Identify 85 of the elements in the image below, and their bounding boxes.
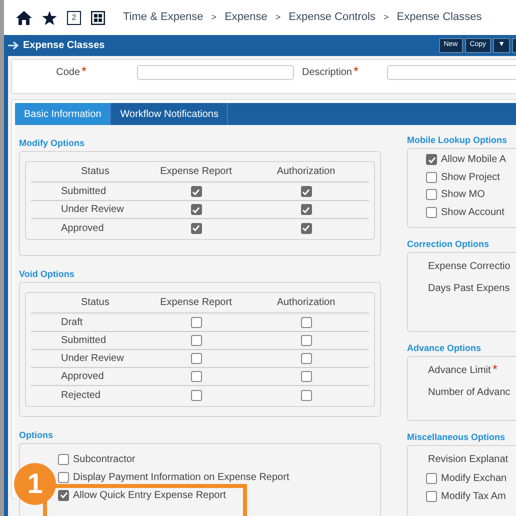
- column-header: Authorization: [276, 165, 336, 179]
- checkbox[interactable]: [300, 186, 312, 197]
- checkbox[interactable]: [190, 353, 202, 364]
- checkbox[interactable]: [58, 490, 69, 500]
- checkbox[interactable]: [190, 317, 202, 328]
- breadcrumb-link[interactable]: Expense Classes: [396, 9, 482, 26]
- status-label: Under Review: [60, 203, 125, 217]
- checkbox[interactable]: [426, 473, 437, 484]
- column-header: Expense Report: [159, 165, 233, 179]
- field-label: Code: [56, 66, 80, 80]
- section-title: Modify Options: [19, 139, 86, 148]
- option-label: Show Account: [441, 206, 504, 220]
- option-label: Modify Tax Am: [441, 490, 506, 504]
- section-title: Void Options: [19, 270, 76, 279]
- field-label: Days Past Expens: [428, 282, 510, 296]
- breadcrumb-link[interactable]: Expense Controls: [288, 9, 376, 26]
- status-label: Submitted: [60, 185, 108, 199]
- count-badge[interactable]: 2: [67, 10, 81, 24]
- check-icon: [302, 206, 310, 214]
- section-title: Options: [19, 431, 54, 440]
- column-header: Status: [80, 165, 110, 179]
- section-title: Mobile Lookup Options: [407, 136, 508, 145]
- field-label: Description: [302, 66, 352, 80]
- option-label: Show MO: [441, 188, 485, 202]
- option-label: Show Project: [441, 170, 500, 185]
- option-label: Allow Quick Entry Expense Report: [73, 488, 226, 502]
- option-label: Subcontractor: [73, 452, 136, 466]
- checkbox[interactable]: [426, 189, 437, 200]
- breadcrumb-separator: >: [383, 10, 389, 24]
- star-icon[interactable]: [42, 10, 57, 24]
- checkbox[interactable]: [58, 472, 69, 482]
- check-icon: [192, 206, 200, 214]
- status-label: Submitted: [60, 334, 108, 348]
- checkbox[interactable]: [190, 186, 202, 197]
- page-title: Expense Classes: [23, 39, 105, 53]
- field-label: Advance Limit: [428, 364, 491, 378]
- field-label: Expense Correctio: [428, 260, 510, 274]
- check-icon: [192, 188, 200, 196]
- option-label: Display Payment Information on Expense Report: [73, 470, 290, 484]
- grid-icon[interactable]: [91, 10, 105, 24]
- check-icon: [302, 188, 310, 196]
- home-icon[interactable]: [16, 10, 32, 24]
- column-header: Authorization: [276, 296, 336, 310]
- field-label: Revision Explanat: [428, 452, 508, 466]
- section-title: Miscellaneous Options: [407, 433, 506, 442]
- section-title: Advance Options: [407, 344, 482, 353]
- text-field[interactable]: [137, 65, 294, 80]
- check-icon: [192, 224, 200, 232]
- checkbox[interactable]: [426, 172, 437, 183]
- checkbox[interactable]: [300, 222, 312, 234]
- section-title: Correction Options: [407, 240, 490, 249]
- tab[interactable]: Basic Information: [15, 103, 112, 125]
- checkbox[interactable]: [190, 204, 202, 215]
- check-icon: [428, 156, 436, 164]
- status-label: Draft: [60, 316, 84, 330]
- column-header: Expense Report: [159, 296, 233, 310]
- checkbox[interactable]: [300, 371, 312, 382]
- arrow-right-icon: [8, 41, 19, 50]
- breadcrumb-separator: >: [211, 10, 217, 24]
- check-icon: [60, 491, 68, 499]
- checkbox[interactable]: [190, 371, 202, 382]
- checkbox[interactable]: [300, 353, 312, 364]
- checkbox[interactable]: [300, 204, 312, 215]
- status-label: Rejected: [60, 388, 102, 402]
- checkbox[interactable]: [190, 222, 202, 234]
- column-header: Status: [80, 296, 110, 310]
- checkbox[interactable]: [58, 454, 69, 464]
- checkbox[interactable]: [190, 390, 202, 400]
- checkbox[interactable]: [426, 154, 437, 166]
- checkbox[interactable]: [426, 206, 437, 218]
- checkbox[interactable]: [300, 335, 312, 346]
- checkbox[interactable]: [300, 317, 312, 328]
- breadcrumb-link[interactable]: Expense: [224, 9, 268, 26]
- status-label: Approved: [60, 222, 105, 236]
- field-label: Number of Advanc: [428, 386, 510, 400]
- checkbox[interactable]: [300, 390, 312, 400]
- checkbox[interactable]: [426, 490, 437, 502]
- status-label: Under Review: [60, 352, 125, 366]
- option-label: Allow Mobile A: [441, 153, 506, 168]
- status-label: Approved: [60, 370, 105, 384]
- checkbox[interactable]: [190, 335, 202, 346]
- check-icon: [302, 224, 310, 232]
- breadcrumb-link[interactable]: Time & Expense: [123, 9, 204, 26]
- breadcrumb-separator: >: [275, 10, 281, 24]
- option-label: Modify Exchan: [441, 472, 507, 486]
